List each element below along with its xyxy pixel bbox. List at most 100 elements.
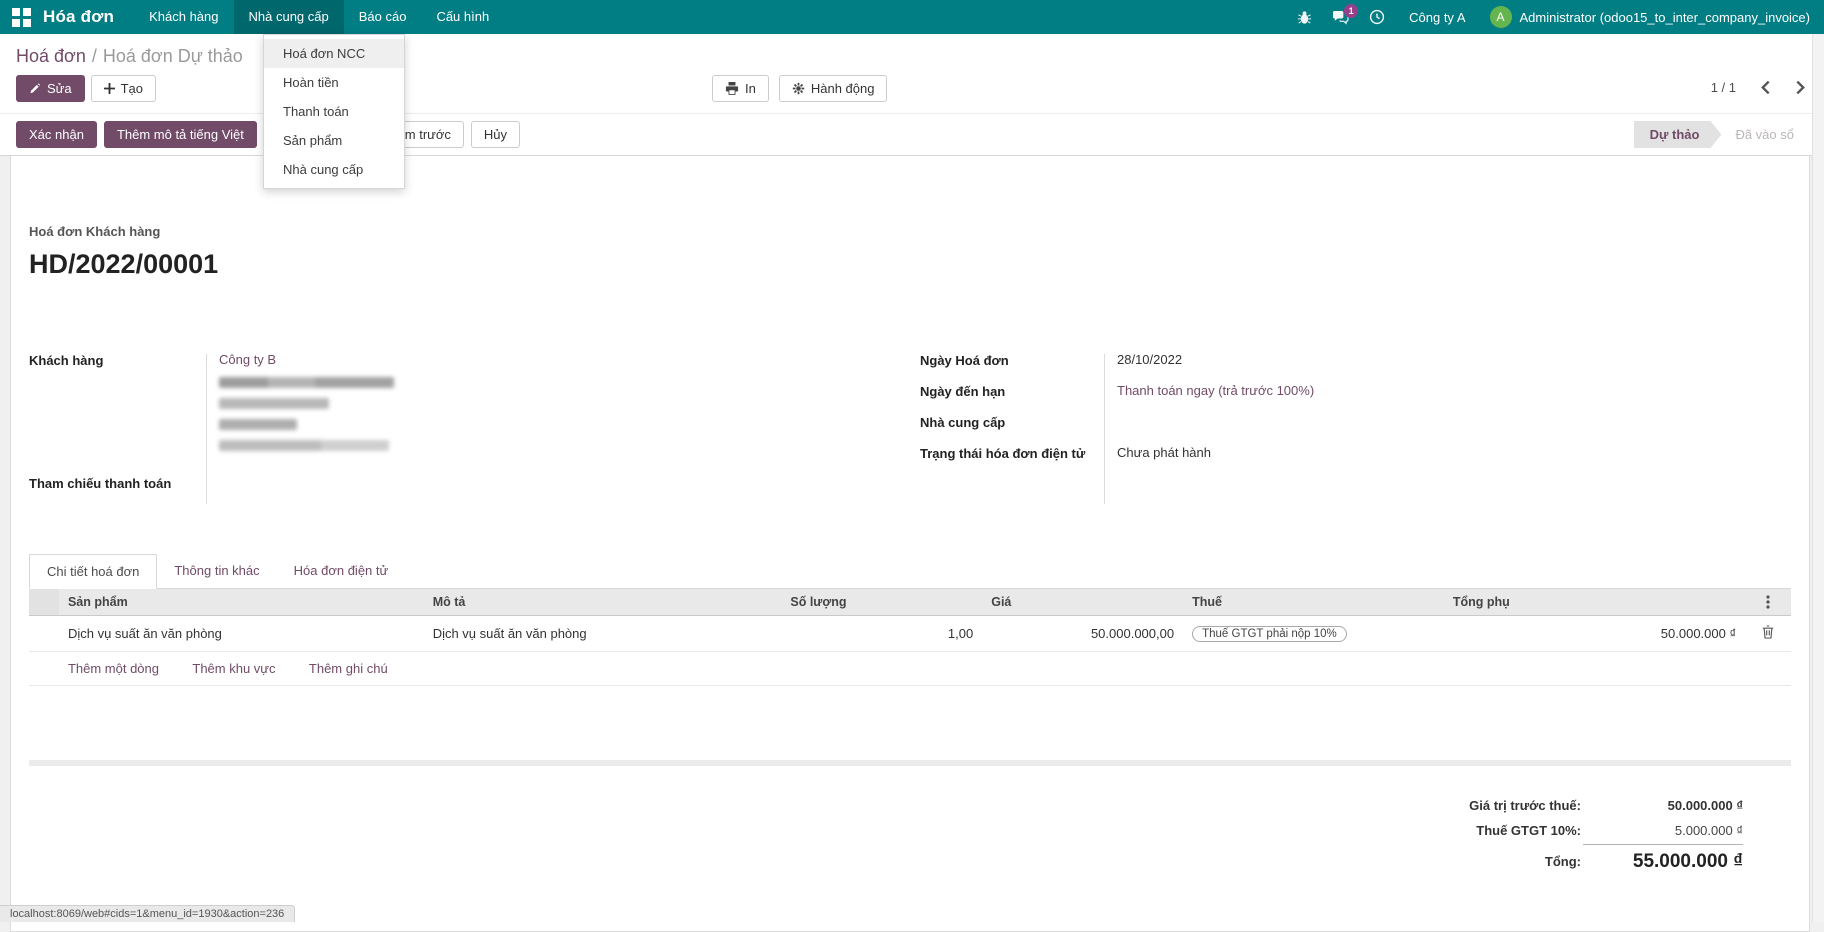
field-einvoice-status: Trạng thái hóa đơn điện tử Chưa phát hàn…: [920, 445, 1791, 461]
add-note-link[interactable]: Thêm ghi chú: [309, 661, 388, 676]
browser-status-tooltip: localhost:8069/web#cids=1&menu_id=1930&a…: [0, 905, 295, 922]
app-brand-title[interactable]: Hóa đơn: [43, 7, 114, 27]
field-payment-reference: Tham chiếu thanh toán: [29, 475, 910, 491]
tax-tag: Thuế GTGT phải nộp 10%: [1192, 626, 1347, 642]
grand-total-value: 55.000.000 ₫: [1583, 844, 1743, 877]
notebook-tabs: Chi tiết hoá đơn Thông tin khác Hóa đơn …: [29, 554, 1791, 589]
einvoice-status-value: Chưa phát hành: [1104, 445, 1791, 461]
avatar: A: [1490, 6, 1512, 28]
dropdown-item-thanh-toan[interactable]: Thanh toán: [264, 97, 404, 126]
col-tax: Thuế: [1183, 589, 1444, 616]
invoice-date-value: 28/10/2022: [1104, 352, 1791, 368]
state-posted[interactable]: Đã vào sổ: [1721, 121, 1808, 148]
delete-row-cell: [1745, 616, 1791, 652]
totals-table: Giá trị trước thuế: 50.000.000 ₫ Thuế GT…: [1453, 792, 1745, 879]
apps-grid-icon[interactable]: [12, 8, 31, 27]
customer-label: Khách hàng: [29, 352, 206, 460]
cell-product: Dịch vụ suất ăn văn phòng: [59, 616, 424, 652]
field-customer: Khách hàng Công ty B: [29, 352, 910, 460]
messages-chat-icon[interactable]: 1: [1332, 10, 1349, 25]
statusbar-states: Dự thảo Đã vào sổ: [1634, 121, 1808, 148]
table-footer-links-row: Thêm một dòng Thêm khu vực Thêm ghi chú: [29, 652, 1791, 686]
activities-clock-icon[interactable]: [1369, 9, 1385, 25]
customer-link[interactable]: Công ty B: [219, 352, 276, 367]
invoice-lines-table: Sản phẩm Mô tả Số lượng Giá Thuế Tổng ph…: [29, 589, 1791, 686]
invoice-sheet: Hoá đơn Khách hàng HD/2022/00001 Khách h…: [10, 156, 1810, 932]
tab-einvoice[interactable]: Hóa đơn điện tử: [277, 554, 406, 588]
pencil-icon: [29, 83, 41, 95]
optional-columns-icon[interactable]: [1745, 589, 1791, 616]
printer-icon: [725, 82, 739, 95]
create-button[interactable]: Tạo: [91, 75, 156, 102]
message-count-badge: 1: [1344, 4, 1358, 18]
trash-icon[interactable]: [1762, 625, 1774, 639]
handle-column-header: [29, 589, 59, 616]
untaxed-total-value: 50.000.000 ₫: [1583, 794, 1743, 817]
systray: 1 Công ty A A Administrator (odoo15_to_i…: [1297, 6, 1810, 28]
breadcrumb-separator: /: [86, 46, 103, 66]
col-product: Sản phẩm: [59, 589, 424, 616]
col-description: Mô tả: [424, 589, 782, 616]
menu-cau-hinh[interactable]: Cấu hình: [421, 0, 504, 34]
pager-next-icon[interactable]: [1795, 80, 1806, 95]
untaxed-total-row: Giá trị trước thuế: 50.000.000 ₫: [1455, 794, 1743, 817]
payment-term-link[interactable]: Thanh toán ngay (trả trước 100%): [1104, 383, 1791, 399]
customer-address-redacted: [219, 377, 910, 451]
edit-button[interactable]: Sửa: [16, 75, 85, 102]
invoice-number: HD/2022/00001: [29, 249, 1791, 280]
menu-bao-cao[interactable]: Báo cáo: [344, 0, 422, 34]
tax-total-value: 5.000.000 ₫: [1583, 819, 1743, 842]
payment-reference-label: Tham chiếu thanh toán: [29, 475, 206, 491]
print-button[interactable]: In: [712, 75, 769, 102]
invoice-type-label: Hoá đơn Khách hàng: [29, 224, 1791, 239]
add-line-link[interactable]: Thêm một dòng: [68, 661, 159, 676]
dropdown-item-hoan-tien[interactable]: Hoàn tiền: [264, 68, 404, 97]
dropdown-item-hoa-don-ncc[interactable]: Hoá đơn NCC: [264, 39, 404, 68]
tax-total-row: Thuế GTGT 10%: 5.000.000 ₫: [1455, 819, 1743, 842]
state-draft[interactable]: Dự thảo: [1634, 121, 1722, 148]
cell-price: 50.000.000,00: [982, 616, 1183, 652]
table-row: Dịch vụ suất ăn văn phòng Dịch vụ suất ă…: [29, 616, 1791, 652]
confirm-button[interactable]: Xác nhận: [16, 121, 97, 148]
add-section-link[interactable]: Thêm khu vực: [192, 661, 275, 676]
debug-bug-icon[interactable]: [1297, 10, 1312, 25]
breadcrumb-current: Hoá đơn Dự thảo: [103, 46, 243, 66]
menu-khach-hang[interactable]: Khách hàng: [134, 0, 233, 34]
field-due-date: Ngày đến hạn Thanh toán ngay (trả trước …: [920, 383, 1791, 399]
table-header-row: Sản phẩm Mô tả Số lượng Giá Thuế Tổng ph…: [29, 589, 1791, 616]
user-menu[interactable]: A Administrator (odoo15_to_inter_company…: [1490, 6, 1811, 28]
field-vendor: Nhà cung cấp: [920, 414, 1791, 430]
gear-icon: [792, 82, 805, 95]
row-drag-handle[interactable]: [29, 616, 59, 652]
pager-value[interactable]: 1 / 1: [1711, 80, 1736, 95]
company-switcher[interactable]: Công ty A: [1409, 10, 1465, 25]
action-button[interactable]: Hành động: [779, 75, 888, 102]
top-navbar: Hóa đơn Khách hàng Nhà cung cấp Báo cáo …: [0, 0, 1824, 34]
col-subtotal: Tổng phụ: [1444, 589, 1745, 616]
form-view-container: Hoá đơn Khách hàng HD/2022/00001 Khách h…: [0, 156, 1824, 932]
dropdown-item-nha-cung-cap[interactable]: Nhà cung cấp: [264, 155, 404, 184]
cell-tax: Thuế GTGT phải nộp 10%: [1183, 616, 1444, 652]
vendor-menu-dropdown: Hoá đơn NCC Hoàn tiền Thanh toán Sản phẩ…: [263, 34, 405, 189]
cell-quantity: 1,00: [781, 616, 982, 652]
cancel-button[interactable]: Hủy: [471, 121, 520, 148]
cell-description: Dịch vụ suất ăn văn phòng: [424, 616, 782, 652]
field-invoice-date: Ngày Hoá đơn 28/10/2022: [920, 352, 1791, 368]
dropdown-item-san-pham[interactable]: Sản phẩm: [264, 126, 404, 155]
tab-other-info[interactable]: Thông tin khác: [157, 554, 276, 588]
payment-reference-value[interactable]: [206, 475, 910, 491]
plus-icon: [104, 83, 115, 94]
notes-section-divider: [29, 760, 1791, 766]
tab-invoice-lines[interactable]: Chi tiết hoá đơn: [29, 554, 157, 589]
vendor-value[interactable]: [1104, 414, 1791, 430]
invoice-fields-group: Khách hàng Công ty B Tham chiếu thanh to…: [29, 352, 1791, 506]
user-name-label: Administrator (odoo15_to_inter_company_i…: [1520, 10, 1811, 25]
pager-previous-icon[interactable]: [1760, 80, 1771, 95]
vertical-scrollbar[interactable]: [1812, 34, 1824, 922]
col-quantity: Số lượng: [781, 589, 982, 616]
col-price: Giá: [982, 589, 1183, 616]
menu-nha-cung-cap[interactable]: Nhà cung cấp: [234, 0, 344, 34]
breadcrumb-parent-link[interactable]: Hoá đơn: [16, 46, 86, 66]
add-vi-description-button[interactable]: Thêm mô tả tiếng Việt: [104, 121, 257, 148]
grand-total-row: Tổng: 55.000.000 ₫: [1455, 844, 1743, 877]
